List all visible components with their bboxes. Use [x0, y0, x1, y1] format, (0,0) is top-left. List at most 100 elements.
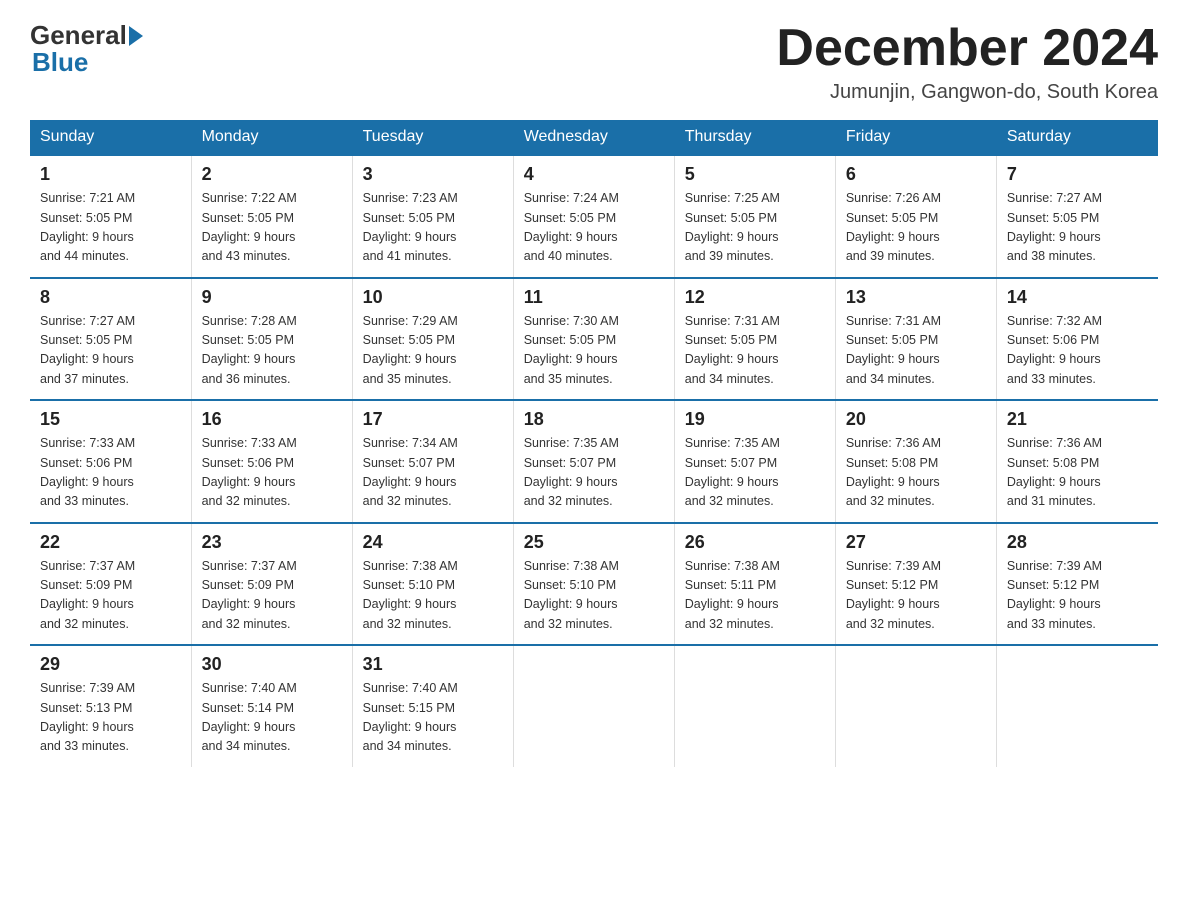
day-number: 2	[202, 164, 342, 185]
day-number: 8	[40, 287, 181, 308]
calendar-cell: 3 Sunrise: 7:23 AMSunset: 5:05 PMDaylight…	[352, 155, 513, 278]
day-info: Sunrise: 7:38 AMSunset: 5:10 PMDaylight:…	[363, 557, 503, 635]
day-info: Sunrise: 7:36 AMSunset: 5:08 PMDaylight:…	[1007, 434, 1148, 512]
calendar-cell: 28Sunrise: 7:39 AMSunset: 5:12 PMDayligh…	[996, 523, 1157, 646]
day-info: Sunrise: 7:32 AMSunset: 5:06 PMDaylight:…	[1007, 312, 1148, 390]
day-number: 15	[40, 409, 181, 430]
day-info: Sunrise: 7:34 AMSunset: 5:07 PMDaylight:…	[363, 434, 503, 512]
calendar-cell: 20Sunrise: 7:36 AMSunset: 5:08 PMDayligh…	[835, 400, 996, 523]
day-info: Sunrise: 7:31 AMSunset: 5:05 PMDaylight:…	[685, 312, 825, 390]
calendar-cell: 2 Sunrise: 7:22 AMSunset: 5:05 PMDaylight…	[191, 155, 352, 278]
calendar-cell: 5 Sunrise: 7:25 AMSunset: 5:05 PMDaylight…	[674, 155, 835, 278]
calendar-cell: 19Sunrise: 7:35 AMSunset: 5:07 PMDayligh…	[674, 400, 835, 523]
day-number: 20	[846, 409, 986, 430]
calendar-cell: 25 Sunrise: 7:38 AMSunset: 5:10 PMDayligh…	[513, 523, 674, 646]
day-info: Sunrise: 7:33 AMSunset: 5:06 PMDaylight:…	[40, 434, 181, 512]
calendar-cell: 9 Sunrise: 7:28 AMSunset: 5:05 PMDaylight…	[191, 278, 352, 401]
day-number: 7	[1007, 164, 1148, 185]
calendar-week-row: 29 Sunrise: 7:39 AMSunset: 5:13 PMDayligh…	[30, 645, 1158, 767]
day-number: 27	[846, 532, 986, 553]
calendar-cell: 31Sunrise: 7:40 AMSunset: 5:15 PMDayligh…	[352, 645, 513, 767]
calendar-cell: 6 Sunrise: 7:26 AMSunset: 5:05 PMDaylight…	[835, 155, 996, 278]
header-day-monday: Monday	[191, 120, 352, 155]
day-info: Sunrise: 7:29 AMSunset: 5:05 PMDaylight:…	[363, 312, 503, 390]
calendar-cell: 18 Sunrise: 7:35 AMSunset: 5:07 PMDayligh…	[513, 400, 674, 523]
calendar-week-row: 15 Sunrise: 7:33 AMSunset: 5:06 PMDayligh…	[30, 400, 1158, 523]
calendar-cell: 30Sunrise: 7:40 AMSunset: 5:14 PMDayligh…	[191, 645, 352, 767]
calendar-cell: 1Sunrise: 7:21 AMSunset: 5:05 PMDaylight…	[30, 155, 191, 278]
calendar-table: SundayMondayTuesdayWednesdayThursdayFrid…	[30, 120, 1158, 767]
header-day-friday: Friday	[835, 120, 996, 155]
day-number: 16	[202, 409, 342, 430]
calendar-cell	[674, 645, 835, 767]
day-info: Sunrise: 7:40 AMSunset: 5:15 PMDaylight:…	[363, 679, 503, 757]
day-info: Sunrise: 7:35 AMSunset: 5:07 PMDaylight:…	[524, 434, 664, 512]
day-number: 29	[40, 654, 181, 675]
day-info: Sunrise: 7:30 AMSunset: 5:05 PMDaylight:…	[524, 312, 664, 390]
header-day-wednesday: Wednesday	[513, 120, 674, 155]
day-info: Sunrise: 7:23 AMSunset: 5:05 PMDaylight:…	[363, 189, 503, 267]
calendar-cell: 23 Sunrise: 7:37 AMSunset: 5:09 PMDayligh…	[191, 523, 352, 646]
day-number: 18	[524, 409, 664, 430]
header-day-tuesday: Tuesday	[352, 120, 513, 155]
calendar-cell: 13 Sunrise: 7:31 AMSunset: 5:05 PMDayligh…	[835, 278, 996, 401]
day-info: Sunrise: 7:39 AMSunset: 5:12 PMDaylight:…	[846, 557, 986, 635]
day-info: Sunrise: 7:38 AMSunset: 5:10 PMDaylight:…	[524, 557, 664, 635]
calendar-cell: 29 Sunrise: 7:39 AMSunset: 5:13 PMDayligh…	[30, 645, 191, 767]
day-info: Sunrise: 7:38 AMSunset: 5:11 PMDaylight:…	[685, 557, 825, 635]
logo-arrow-icon	[129, 26, 143, 46]
day-info: Sunrise: 7:28 AMSunset: 5:05 PMDaylight:…	[202, 312, 342, 390]
calendar-cell: 15 Sunrise: 7:33 AMSunset: 5:06 PMDayligh…	[30, 400, 191, 523]
day-number: 30	[202, 654, 342, 675]
day-number: 4	[524, 164, 664, 185]
day-info: Sunrise: 7:25 AMSunset: 5:05 PMDaylight:…	[685, 189, 825, 267]
header-day-saturday: Saturday	[996, 120, 1157, 155]
day-info: Sunrise: 7:39 AMSunset: 5:12 PMDaylight:…	[1007, 557, 1148, 635]
calendar-cell: 8 Sunrise: 7:27 AMSunset: 5:05 PMDaylight…	[30, 278, 191, 401]
day-number: 23	[202, 532, 342, 553]
calendar-week-row: 8 Sunrise: 7:27 AMSunset: 5:05 PMDaylight…	[30, 278, 1158, 401]
day-info: Sunrise: 7:24 AMSunset: 5:05 PMDaylight:…	[524, 189, 664, 267]
location-subtitle: Jumunjin, Gangwon-do, South Korea	[776, 81, 1158, 104]
day-info: Sunrise: 7:33 AMSunset: 5:06 PMDaylight:…	[202, 434, 342, 512]
calendar-cell: 14Sunrise: 7:32 AMSunset: 5:06 PMDayligh…	[996, 278, 1157, 401]
page-header: General Blue December 2024 Jumunjin, Gan…	[30, 20, 1158, 104]
day-number: 21	[1007, 409, 1148, 430]
day-info: Sunrise: 7:27 AMSunset: 5:05 PMDaylight:…	[1007, 189, 1148, 267]
day-number: 25	[524, 532, 664, 553]
calendar-header-row: SundayMondayTuesdayWednesdayThursdayFrid…	[30, 120, 1158, 155]
day-number: 24	[363, 532, 503, 553]
day-info: Sunrise: 7:31 AMSunset: 5:05 PMDaylight:…	[846, 312, 986, 390]
day-number: 3	[363, 164, 503, 185]
calendar-cell	[835, 645, 996, 767]
day-info: Sunrise: 7:39 AMSunset: 5:13 PMDaylight:…	[40, 679, 181, 757]
day-number: 6	[846, 164, 986, 185]
day-number: 13	[846, 287, 986, 308]
day-number: 22	[40, 532, 181, 553]
day-number: 26	[685, 532, 825, 553]
day-number: 5	[685, 164, 825, 185]
calendar-week-row: 22 Sunrise: 7:37 AMSunset: 5:09 PMDayligh…	[30, 523, 1158, 646]
day-info: Sunrise: 7:26 AMSunset: 5:05 PMDaylight:…	[846, 189, 986, 267]
day-number: 11	[524, 287, 664, 308]
calendar-cell: 16 Sunrise: 7:33 AMSunset: 5:06 PMDayligh…	[191, 400, 352, 523]
header-day-thursday: Thursday	[674, 120, 835, 155]
day-number: 12	[685, 287, 825, 308]
header-right: December 2024 Jumunjin, Gangwon-do, Sout…	[776, 20, 1158, 104]
day-info: Sunrise: 7:21 AMSunset: 5:05 PMDaylight:…	[40, 189, 181, 267]
day-info: Sunrise: 7:37 AMSunset: 5:09 PMDaylight:…	[202, 557, 342, 635]
calendar-cell	[996, 645, 1157, 767]
day-info: Sunrise: 7:27 AMSunset: 5:05 PMDaylight:…	[40, 312, 181, 390]
calendar-cell: 21 Sunrise: 7:36 AMSunset: 5:08 PMDayligh…	[996, 400, 1157, 523]
day-number: 17	[363, 409, 503, 430]
month-title: December 2024	[776, 20, 1158, 77]
calendar-cell	[513, 645, 674, 767]
logo: General Blue	[30, 20, 145, 78]
day-number: 9	[202, 287, 342, 308]
calendar-cell: 10Sunrise: 7:29 AMSunset: 5:05 PMDayligh…	[352, 278, 513, 401]
day-number: 19	[685, 409, 825, 430]
calendar-cell: 22Sunrise: 7:37 AMSunset: 5:09 PMDayligh…	[30, 523, 191, 646]
day-info: Sunrise: 7:22 AMSunset: 5:05 PMDaylight:…	[202, 189, 342, 267]
calendar-cell: 7 Sunrise: 7:27 AMSunset: 5:05 PMDaylight…	[996, 155, 1157, 278]
calendar-cell: 24 Sunrise: 7:38 AMSunset: 5:10 PMDayligh…	[352, 523, 513, 646]
